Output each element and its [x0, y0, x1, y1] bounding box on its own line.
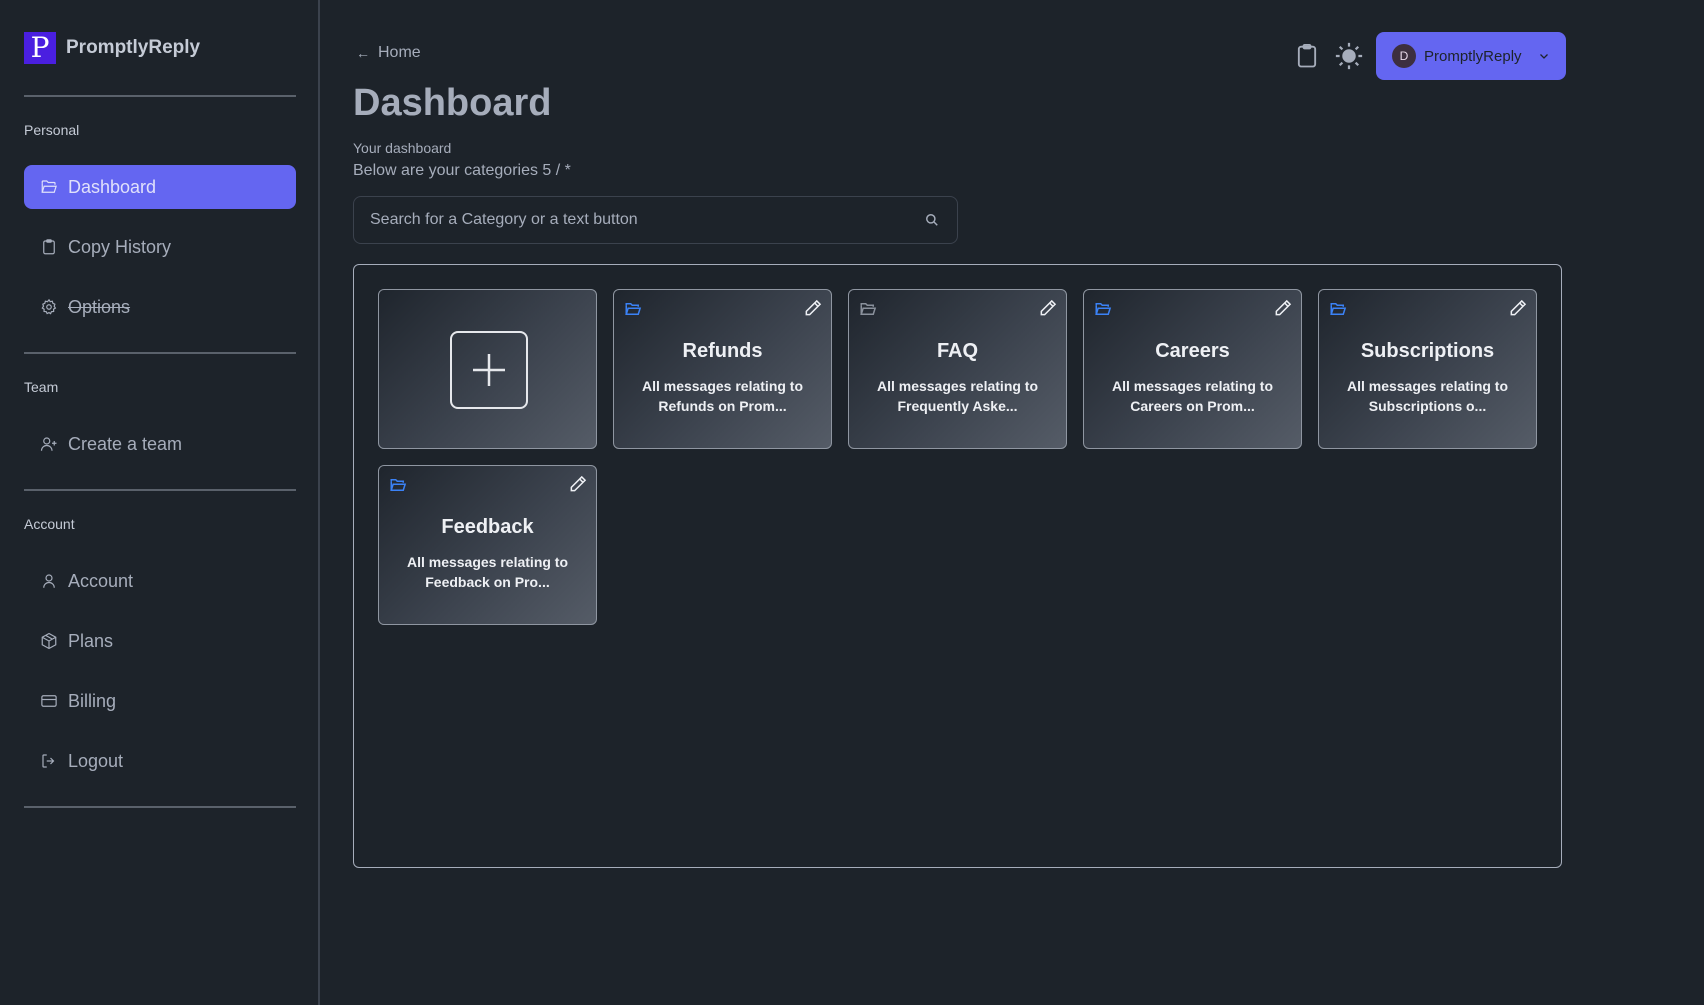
category-title: Subscriptions	[1360, 340, 1495, 362]
search-input[interactable]	[370, 197, 910, 243]
category-title: Feedback	[441, 516, 534, 538]
pencil-icon[interactable]	[1038, 298, 1058, 318]
sidebar-item-label: Dashboard	[68, 176, 157, 197]
pencil-icon[interactable]	[568, 474, 588, 494]
chevron-down-icon	[1540, 54, 1548, 59]
folder-icon	[860, 303, 877, 315]
brand-name: PromptlyReply	[66, 37, 201, 58]
category-description: All messages relating to Refunds on Prom…	[641, 378, 804, 414]
category-title: FAQ	[936, 340, 979, 362]
search-icon[interactable]	[925, 213, 939, 227]
sidebar-item-label: Options	[68, 296, 131, 317]
user-menu-button[interactable]: D PromptlyReply	[1376, 32, 1566, 80]
gear-icon	[41, 298, 57, 315]
category-card-subscriptions[interactable]: Subscriptions All messages relating to S…	[1318, 289, 1537, 449]
category-description: All messages relating to Subscriptions o…	[1346, 378, 1509, 414]
category-description: All messages relating to Careers on Prom…	[1111, 378, 1274, 414]
clipboard-icon	[1297, 43, 1317, 68]
add-category-button[interactable]	[450, 331, 528, 409]
divider	[24, 352, 296, 354]
folder-icon	[390, 479, 407, 491]
avatar: D	[1392, 44, 1416, 68]
section-label-personal: Personal	[24, 122, 80, 138]
plus-icon	[473, 354, 505, 386]
section-label-account: Account	[24, 516, 75, 532]
divider	[24, 95, 296, 97]
brand-logo: P	[24, 32, 56, 64]
sidebar-item-label: Copy History	[68, 236, 172, 257]
sidebar-item-label: Logout	[68, 750, 124, 771]
sidebar-item-copy-history[interactable]: Copy History	[24, 225, 296, 269]
user-name: PromptlyReply	[1424, 47, 1522, 65]
clipboard-button[interactable]	[1290, 39, 1324, 73]
brand[interactable]: P PromptlyReply	[24, 32, 200, 64]
add-category-card[interactable]	[378, 289, 597, 449]
package-icon	[41, 632, 57, 650]
sun-icon	[1335, 42, 1363, 70]
divider	[24, 489, 296, 491]
sidebar-item-billing[interactable]: Billing	[24, 679, 296, 723]
arrow-left-icon: ←	[356, 45, 370, 61]
theme-toggle-button[interactable]	[1332, 39, 1366, 73]
folder-icon	[1095, 303, 1112, 315]
folder-icon	[625, 303, 642, 315]
sidebar-item-create-team[interactable]: Create a team	[24, 422, 296, 466]
sidebar-item-dashboard[interactable]: Dashboard	[24, 165, 296, 209]
section-label-team: Team	[24, 379, 59, 395]
page-title: Dashboard	[353, 82, 552, 124]
sidebar-item-label: Billing	[68, 690, 117, 711]
category-title: Careers	[1155, 340, 1230, 362]
page-subtitle: Your dashboard	[353, 140, 452, 156]
category-card-refunds[interactable]: Refunds All messages relating to Refunds…	[613, 289, 832, 449]
user-icon	[43, 574, 55, 588]
sidebar-item-account[interactable]: Account	[24, 559, 296, 603]
sidebar-item-label: Account	[68, 570, 134, 591]
category-grid: Refunds All messages relating to Refunds…	[353, 264, 1562, 868]
sidebar-item-logout[interactable]: Logout	[24, 739, 296, 783]
back-label: Home	[378, 44, 421, 61]
category-card-careers[interactable]: Careers All messages relating to Careers…	[1083, 289, 1302, 449]
pencil-icon[interactable]	[1508, 298, 1528, 318]
search-field[interactable]	[353, 196, 958, 244]
main-content: ← Home Dashboard Your dashboard Below ar…	[322, 0, 1704, 1005]
user-plus-icon	[40, 437, 57, 451]
category-count: Below are your categories 5 / *	[353, 162, 571, 179]
clipboard-icon	[43, 239, 55, 255]
folder-icon	[1330, 303, 1347, 315]
divider	[24, 806, 296, 808]
pencil-icon[interactable]	[1273, 298, 1293, 318]
pencil-icon[interactable]	[803, 298, 823, 318]
category-title: Refunds	[682, 340, 763, 362]
folder-open-icon	[41, 180, 57, 193]
category-description: All messages relating to Feedback on Pro…	[406, 554, 569, 590]
back-home-link[interactable]: ← Home	[356, 44, 421, 62]
category-card-feedback[interactable]: Feedback All messages relating to Feedba…	[378, 465, 597, 625]
top-actions: D PromptlyReply	[1290, 32, 1566, 80]
category-description: All messages relating to Frequently Aske…	[876, 378, 1039, 414]
category-card-faq[interactable]: FAQ All messages relating to Frequently …	[848, 289, 1067, 449]
credit-card-icon	[41, 695, 57, 707]
sidebar-item-label: Plans	[68, 630, 114, 651]
sidebar-item-label: Create a team	[68, 433, 183, 454]
sidebar-item-options[interactable]: Options	[24, 285, 296, 329]
sidebar: P PromptlyReply Personal Dashboard Copy …	[0, 0, 320, 1005]
logout-icon	[42, 754, 55, 768]
sidebar-item-plans[interactable]: Plans	[24, 619, 296, 663]
